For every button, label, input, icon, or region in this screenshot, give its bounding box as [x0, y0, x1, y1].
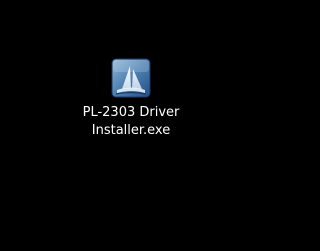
installer-exe-icon[interactable]: [111, 58, 151, 98]
file-name-line-1: PL-2303 Driver: [82, 105, 180, 120]
desktop: PL-2303 Driver Installer.exe: [0, 0, 263, 251]
desktop-file-installer[interactable]: PL-2303 Driver Installer.exe: [66, 58, 196, 140]
file-name-line-2: Installer.exe: [91, 123, 171, 138]
file-name-label: PL-2303 Driver Installer.exe: [66, 104, 196, 140]
